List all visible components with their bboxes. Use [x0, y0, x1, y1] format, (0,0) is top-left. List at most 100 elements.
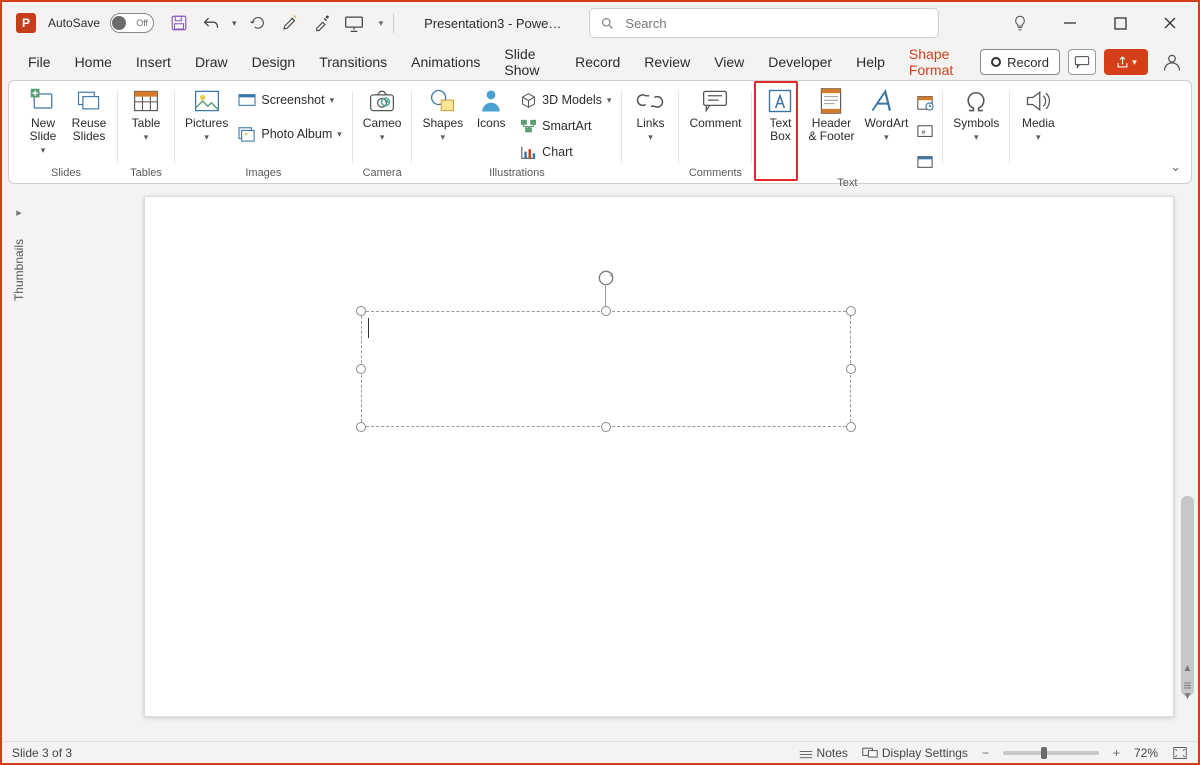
comments-pane-button[interactable]: [1068, 49, 1096, 75]
next-slide-icon[interactable]: ▼: [1181, 691, 1194, 703]
tab-home[interactable]: Home: [63, 46, 124, 78]
quick-edit-icon[interactable]: [279, 12, 301, 34]
comment-button[interactable]: Comment: [685, 85, 745, 132]
tab-slideshow[interactable]: Slide Show: [492, 38, 563, 86]
help-lightbulb-icon[interactable]: [998, 3, 1042, 43]
media-button[interactable]: Media ▾: [1016, 85, 1060, 145]
resize-handle[interactable]: [846, 422, 856, 432]
close-button[interactable]: [1148, 3, 1192, 43]
vertical-scrollbar[interactable]: ▲ ≡ ▼: [1181, 196, 1194, 717]
reuse-slides-icon: [75, 87, 103, 115]
slide-canvas-wrap: ▲ ≡ ▼: [36, 188, 1198, 741]
tab-draw[interactable]: Draw: [183, 46, 240, 78]
group-comments: Comment Comments: [679, 85, 751, 183]
icons-icon: [477, 87, 505, 115]
slide-counter[interactable]: Slide 3 of 3: [12, 746, 72, 760]
autosave-label: AutoSave: [48, 16, 100, 30]
slide-number-button[interactable]: #: [914, 119, 936, 145]
object-button[interactable]: [914, 149, 936, 175]
pictures-button[interactable]: Pictures ▾: [181, 85, 232, 145]
title-bar: P AutoSave Off ▾ ▾: [2, 2, 1198, 44]
chevron-right-icon[interactable]: ▸: [16, 206, 22, 219]
prev-slide-icon[interactable]: ▲: [1181, 663, 1194, 675]
selected-text-box[interactable]: [361, 311, 851, 427]
record-button[interactable]: Record: [980, 49, 1060, 75]
resize-handle[interactable]: [846, 306, 856, 316]
quick-access-toolbar: ▾ ▾: [168, 12, 383, 34]
share-button[interactable]: ▾: [1104, 49, 1148, 75]
undo-more-icon[interactable]: ▾: [232, 18, 237, 29]
cameo-icon: [368, 87, 396, 115]
tab-developer[interactable]: Developer: [756, 46, 844, 78]
wordart-icon: [872, 87, 900, 115]
smartart-button[interactable]: SmartArt: [515, 113, 615, 139]
save-icon[interactable]: [168, 12, 190, 34]
tab-insert[interactable]: Insert: [124, 46, 183, 78]
thumbnails-rail[interactable]: ▸ Thumbnails: [2, 188, 36, 741]
minimize-button[interactable]: [1048, 3, 1092, 43]
group-images: Pictures ▾ Screenshot ▾: [175, 85, 352, 183]
date-time-button[interactable]: [914, 89, 936, 115]
resize-handle[interactable]: [601, 422, 611, 432]
pictures-icon: [193, 87, 221, 115]
work-area: ▸ Thumbnails: [2, 188, 1198, 741]
autosave-toggle[interactable]: Off: [110, 13, 154, 33]
table-icon: [132, 87, 160, 115]
photo-album-button[interactable]: Photo Album ▾: [234, 121, 345, 147]
qat-overflow-icon[interactable]: ▾: [379, 18, 384, 29]
slide-nav-icon[interactable]: ≡: [1181, 677, 1194, 689]
screenshot-button[interactable]: Screenshot ▾: [234, 87, 345, 113]
present-icon[interactable]: [343, 12, 365, 34]
eyedropper-icon[interactable]: [311, 12, 333, 34]
icons-button[interactable]: Icons: [469, 85, 513, 132]
text-box-button[interactable]: Text Box: [758, 85, 802, 145]
tab-animations[interactable]: Animations: [399, 46, 492, 78]
fit-to-window-button[interactable]: [1172, 746, 1188, 760]
zoom-in-button[interactable]: +: [1113, 746, 1120, 760]
monitor-icon: [862, 747, 878, 759]
tab-shape-format[interactable]: Shape Format: [897, 38, 980, 86]
new-slide-button[interactable]: New Slide ▾: [21, 85, 65, 158]
cameo-button[interactable]: Cameo ▾: [359, 85, 406, 145]
text-box-icon: [766, 87, 794, 115]
chart-button[interactable]: Chart: [515, 139, 615, 165]
resize-handle[interactable]: [356, 306, 366, 316]
header-footer-button[interactable]: Header & Footer: [804, 85, 858, 145]
undo-icon[interactable]: [200, 12, 222, 34]
notes-button[interactable]: Notes: [799, 746, 848, 760]
account-icon[interactable]: [1160, 50, 1184, 74]
tab-view[interactable]: View: [702, 46, 756, 78]
zoom-out-button[interactable]: −: [982, 746, 989, 760]
search-placeholder: Search: [625, 16, 666, 31]
speaker-icon: [1024, 87, 1052, 115]
links-button[interactable]: Links ▾: [628, 85, 672, 145]
redo-icon[interactable]: [247, 12, 269, 34]
tab-help[interactable]: Help: [844, 46, 897, 78]
tab-design[interactable]: Design: [240, 46, 308, 78]
wordart-button[interactable]: WordArt ▾: [861, 85, 913, 145]
slide-canvas[interactable]: [144, 196, 1174, 717]
record-dot-icon: [991, 57, 1001, 67]
symbols-button[interactable]: Symbols ▾: [949, 85, 1003, 145]
maximize-button[interactable]: [1098, 3, 1142, 43]
shapes-button[interactable]: Shapes ▾: [418, 85, 467, 145]
reuse-slides-button[interactable]: Reuse Slides: [67, 85, 111, 145]
zoom-slider[interactable]: [1003, 751, 1099, 755]
display-settings-button[interactable]: Display Settings: [862, 746, 968, 760]
link-icon: [636, 87, 664, 115]
resize-handle[interactable]: [601, 306, 611, 316]
table-button[interactable]: Table ▾: [124, 85, 168, 145]
tab-record[interactable]: Record: [563, 46, 632, 78]
resize-handle[interactable]: [356, 422, 366, 432]
resize-handle[interactable]: [356, 364, 366, 374]
3d-models-button[interactable]: 3D Models ▾: [515, 87, 615, 113]
rotate-handle[interactable]: [596, 268, 616, 288]
tab-file[interactable]: File: [16, 46, 63, 78]
tab-transitions[interactable]: Transitions: [307, 46, 399, 78]
search-input[interactable]: Search: [589, 8, 939, 38]
zoom-percent[interactable]: 72%: [1134, 746, 1158, 760]
collapse-ribbon-icon[interactable]: ⌄: [1170, 159, 1181, 175]
group-slides: New Slide ▾ Reuse Slides Slides: [15, 85, 117, 183]
resize-handle[interactable]: [846, 364, 856, 374]
tab-review[interactable]: Review: [632, 46, 702, 78]
